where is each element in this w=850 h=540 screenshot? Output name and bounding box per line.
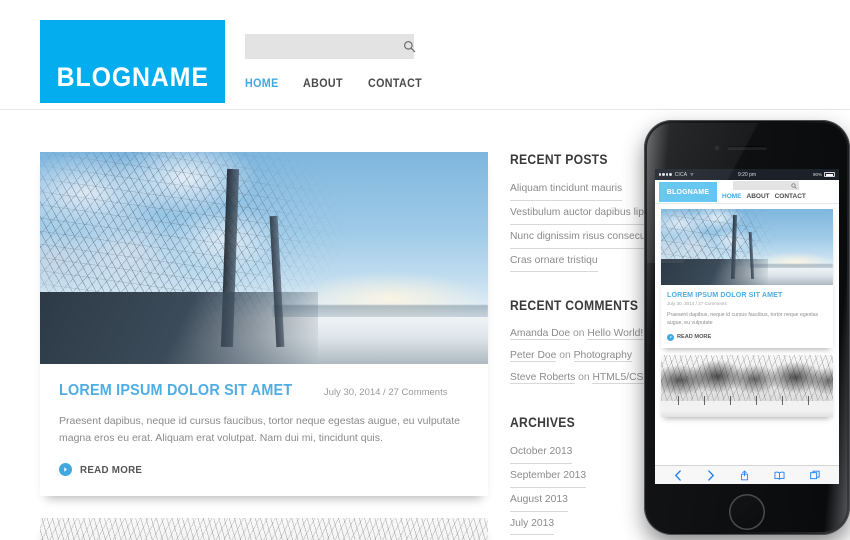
search-input[interactable]	[245, 34, 403, 59]
post-excerpt: Praesent dapibus, neque id cursus faucib…	[59, 415, 461, 444]
recent-post-link[interactable]: Vestibulum auctor dapibus lipsm	[510, 203, 658, 225]
post-card: LOREM IPSUM DOLOR SIT AMET July 28, 2014…	[40, 518, 488, 540]
bookmarks-book-icon[interactable]	[774, 471, 785, 480]
widget-title: RECENT COMMENTS	[510, 298, 639, 314]
phone-nav-item-about[interactable]: ABOUT	[747, 193, 770, 200]
nav-item-about[interactable]: ABOUT	[303, 78, 343, 90]
forward-button[interactable]	[707, 469, 715, 481]
phone-post-excerpt: Praesent dapibus, neque id cursus faucib…	[667, 312, 819, 327]
search-icon	[791, 182, 797, 189]
phone-post-card: LOREM IPSUM DOLOR SIT AMET July 30, 2014…	[661, 209, 833, 348]
phone-mockup: CICA ▿ 9:20 pm 90% BLOGNAME HOME ABOUT C…	[644, 120, 850, 540]
site-header: BLOGNAME HOME ABOUT CONTACT	[0, 0, 850, 110]
phone-post-card	[661, 354, 833, 417]
search-box[interactable]	[245, 34, 416, 59]
snowy-forest-photo	[40, 518, 488, 540]
phone-post-thumbnail[interactable]	[661, 354, 833, 417]
site-logo[interactable]: BLOGNAME	[40, 20, 225, 103]
search-submit-button[interactable]	[403, 34, 416, 59]
comment-author-link[interactable]: Peter Doe	[510, 350, 557, 363]
phone-post-meta: July 30, 2014 / 27 Comments	[667, 301, 727, 306]
comment-post-link[interactable]: Photography	[573, 350, 632, 363]
post-header: LOREM IPSUM DOLOR SIT AMET July 30, 2014…	[59, 382, 469, 400]
comment-author-link[interactable]: Steve Roberts	[510, 372, 576, 385]
status-time: 9:20 pm	[737, 171, 757, 178]
archive-link[interactable]: August 2013	[510, 490, 568, 512]
search-icon	[404, 41, 416, 53]
post-meta: July 30, 2014 / 27 Comments	[323, 387, 448, 398]
tabs-icon[interactable]	[810, 470, 820, 480]
phone-site-logo[interactable]: BLOGNAME	[659, 182, 717, 202]
page-root: BLOGNAME HOME ABOUT CONTACT LOREM IPSUM …	[0, 0, 850, 540]
share-icon[interactable]	[740, 470, 749, 481]
post-list: LOREM IPSUM DOLOR SIT AMET July 30, 2014…	[40, 152, 488, 540]
read-more-label: READ MORE	[80, 463, 143, 476]
phone-screen: CICA ▿ 9:20 pm 90% BLOGNAME HOME ABOUT C…	[655, 169, 839, 484]
widget-title: ARCHIVES	[510, 415, 575, 431]
phone-status-bar: CICA ▿ 9:20 pm 90%	[655, 169, 839, 180]
phone-speaker	[727, 146, 767, 150]
winter-trees-photo	[661, 209, 833, 285]
comment-on-word: on	[578, 372, 590, 384]
phone-post-body: LOREM IPSUM DOLOR SIT AMET July 30, 2014…	[661, 285, 833, 348]
phone-search-box[interactable]	[733, 181, 799, 190]
post-thumbnail[interactable]	[40, 152, 488, 364]
phone-read-more-button[interactable]: READ MORE	[667, 333, 827, 341]
comment-author-link[interactable]: Amanda Doe	[510, 328, 571, 341]
comment-post-link[interactable]: Hello World!	[587, 328, 644, 341]
phone-post-list: LOREM IPSUM DOLOR SIT AMET July 30, 2014…	[655, 204, 839, 429]
post-card: LOREM IPSUM DOLOR SIT AMET July 30, 2014…	[40, 152, 488, 496]
comment-on-word: on	[559, 350, 571, 362]
safari-toolbar	[655, 465, 839, 484]
archive-link[interactable]: October 2013	[510, 442, 573, 464]
recent-post-link[interactable]: Cras ornare tristiqu	[510, 251, 598, 273]
main-nav: HOME ABOUT CONTACT	[245, 78, 426, 90]
site-logo-text: BLOGNAME	[56, 62, 209, 92]
home-button[interactable]	[729, 494, 765, 530]
phone-nav-item-home[interactable]: HOME	[722, 193, 742, 200]
archive-link[interactable]: July 2013	[510, 514, 555, 536]
phone-nav-item-contact[interactable]: CONTACT	[775, 193, 806, 200]
arrow-right-circle-icon	[667, 333, 674, 341]
phone-main-nav: HOME ABOUT CONTACT	[722, 193, 806, 200]
winter-trees-photo	[40, 152, 488, 364]
recent-post-link[interactable]: Nunc dignissim risus consecu	[510, 227, 646, 249]
archive-link[interactable]: September 2013	[510, 466, 587, 488]
phone-post-thumbnail[interactable]	[661, 209, 833, 285]
post-body: LOREM IPSUM DOLOR SIT AMET July 30, 2014…	[40, 364, 488, 496]
post-thumbnail[interactable]	[40, 518, 488, 540]
front-camera-icon	[714, 145, 720, 151]
phone-site-logo-text: BLOGNAME	[666, 188, 710, 196]
arrow-right-circle-icon	[59, 463, 72, 476]
phone-post-title[interactable]: LOREM IPSUM DOLOR SIT AMET	[667, 290, 819, 299]
back-button[interactable]	[674, 469, 682, 481]
widget-title: RECENT POSTS	[510, 152, 608, 167]
nav-item-home[interactable]: HOME	[245, 78, 279, 90]
post-title[interactable]: LOREM IPSUM DOLOR SIT AMET	[59, 382, 292, 400]
read-more-button[interactable]: READ MORE	[59, 463, 469, 476]
phone-site-header: BLOGNAME HOME ABOUT CONTACT	[655, 180, 839, 204]
snowy-forest-photo	[661, 354, 833, 417]
recent-post-link[interactable]: Aliquam tincidunt mauris	[510, 179, 623, 201]
comment-on-word: on	[572, 328, 585, 340]
phone-read-more-label: READ MORE	[677, 334, 712, 341]
nav-item-contact[interactable]: CONTACT	[368, 78, 422, 90]
